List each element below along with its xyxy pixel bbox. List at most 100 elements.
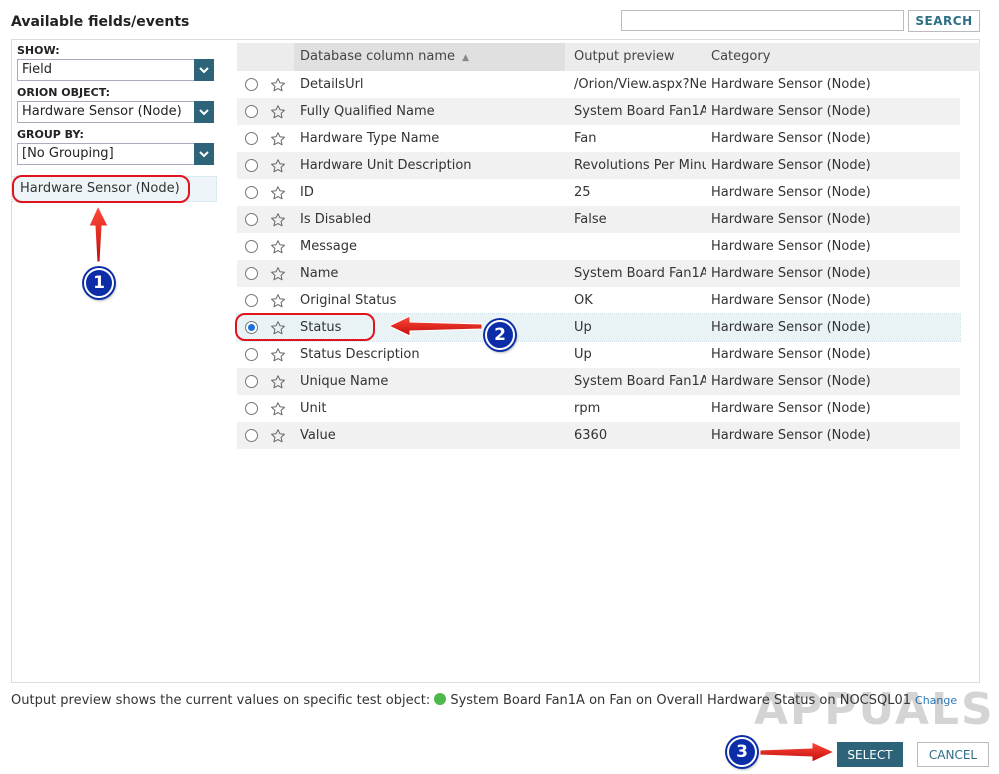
row-radio[interactable] bbox=[245, 213, 258, 226]
annotation-badge-3: 3 bbox=[727, 737, 757, 767]
cell-category: Hardware Sensor (Node) bbox=[711, 104, 871, 119]
cell-column-name: Original Status bbox=[300, 293, 397, 308]
table-row[interactable]: Original Status OK Hardware Sensor (Node) bbox=[237, 287, 960, 314]
cell-category: Hardware Sensor (Node) bbox=[711, 374, 871, 389]
column-header-preview[interactable]: Output preview bbox=[574, 43, 675, 71]
star-icon[interactable] bbox=[270, 185, 286, 201]
orion-object-select[interactable]: Hardware Sensor (Node) bbox=[17, 101, 214, 123]
table-row[interactable]: Name System Board Fan1A Hardware Sensor (N… bbox=[237, 260, 960, 287]
cell-output-preview: System Board Fan1A bbox=[574, 104, 706, 119]
cell-output-preview: Revolutions Per Minu bbox=[574, 158, 706, 173]
grid-header: Database column name ▲ Output preview Ca… bbox=[237, 43, 980, 71]
star-icon[interactable] bbox=[270, 401, 286, 417]
star-icon[interactable] bbox=[270, 104, 286, 120]
output-preview-text: Output preview shows the current values … bbox=[11, 693, 431, 708]
cell-category: Hardware Sensor (Node) bbox=[711, 401, 871, 416]
cell-output-preview: /Orion/View.aspx?Ne bbox=[574, 77, 706, 92]
star-icon[interactable] bbox=[270, 158, 286, 174]
star-icon[interactable] bbox=[270, 347, 286, 363]
row-radio[interactable] bbox=[245, 429, 258, 442]
cell-column-name: Is Disabled bbox=[300, 212, 372, 227]
cell-column-name: Unit bbox=[300, 401, 327, 416]
available-fields-dialog: Available fields/events SEARCH SHOW: Fie… bbox=[0, 0, 999, 774]
select-button[interactable]: SELECT bbox=[837, 742, 903, 767]
row-radio[interactable] bbox=[245, 321, 258, 334]
cell-category: Hardware Sensor (Node) bbox=[711, 239, 871, 254]
table-row[interactable]: DetailsUrl/Orion/View.aspx?Ne Hardware Se… bbox=[237, 71, 960, 98]
field-list: DetailsUrl/Orion/View.aspx?Ne Hardware Se… bbox=[236, 71, 961, 449]
table-row[interactable]: Status Up Hardware Sensor (Node) bbox=[236, 313, 961, 342]
cell-column-name: Hardware Type Name bbox=[300, 131, 440, 146]
cell-output-preview: 25 bbox=[574, 185, 591, 200]
cancel-button[interactable]: CANCEL bbox=[917, 742, 989, 767]
star-icon[interactable] bbox=[270, 428, 286, 444]
show-select[interactable]: Field bbox=[17, 59, 214, 81]
star-icon[interactable] bbox=[270, 293, 286, 309]
row-radio[interactable] bbox=[245, 186, 258, 199]
row-radio[interactable] bbox=[245, 240, 258, 253]
cell-output-preview: System Board Fan1A bbox=[574, 374, 706, 389]
table-row[interactable]: Is Disabled False Hardware Sensor (Node) bbox=[237, 206, 960, 233]
table-row[interactable]: Unique Name System Board Fan1A Hardware Se… bbox=[237, 368, 960, 395]
cell-category: Hardware Sensor (Node) bbox=[711, 158, 871, 173]
cell-column-name: Fully Qualified Name bbox=[300, 104, 435, 119]
cell-category: Hardware Sensor (Node) bbox=[711, 320, 871, 335]
star-icon[interactable] bbox=[270, 320, 286, 336]
star-icon[interactable] bbox=[270, 131, 286, 147]
cell-column-name: ID bbox=[300, 185, 314, 200]
table-row[interactable]: ID 25 Hardware Sensor (Node) bbox=[237, 179, 960, 206]
cell-category: Hardware Sensor (Node) bbox=[711, 131, 871, 146]
cell-category: Hardware Sensor (Node) bbox=[711, 212, 871, 227]
cell-output-preview: System Board Fan1A bbox=[574, 266, 706, 281]
row-radio[interactable] bbox=[245, 105, 258, 118]
table-row[interactable]: Status Description Up Hardware Sensor (Nod… bbox=[237, 341, 960, 368]
cell-column-name: DetailsUrl bbox=[300, 77, 364, 92]
row-radio[interactable] bbox=[245, 159, 258, 172]
row-radio[interactable] bbox=[245, 78, 258, 91]
cell-category: Hardware Sensor (Node) bbox=[711, 347, 871, 362]
column-header-name[interactable]: Database column name ▲ bbox=[294, 43, 565, 71]
table-row[interactable]: Value 6360 Hardware Sensor (Node) bbox=[237, 422, 960, 449]
cell-column-name: Status Description bbox=[300, 347, 420, 362]
cell-output-preview: False bbox=[574, 212, 607, 227]
group-by-select[interactable]: [No Grouping] bbox=[17, 143, 214, 165]
cell-output-preview: Up bbox=[574, 347, 592, 362]
cell-column-name: Name bbox=[300, 266, 339, 281]
chevron-down-icon[interactable] bbox=[194, 101, 214, 123]
chevron-down-icon[interactable] bbox=[194, 143, 214, 165]
cell-output-preview bbox=[574, 233, 706, 260]
sort-asc-icon: ▲ bbox=[462, 53, 470, 63]
table-row[interactable]: Hardware Unit Description Revolutions Per… bbox=[237, 152, 960, 179]
cell-category: Hardware Sensor (Node) bbox=[711, 266, 871, 281]
star-icon[interactable] bbox=[270, 239, 286, 255]
star-icon[interactable] bbox=[270, 374, 286, 390]
cell-column-name: Value bbox=[300, 428, 336, 443]
row-radio[interactable] bbox=[245, 348, 258, 361]
search-button[interactable]: SEARCH bbox=[908, 10, 980, 32]
star-icon[interactable] bbox=[270, 212, 286, 228]
cell-output-preview: OK bbox=[574, 293, 593, 308]
row-radio[interactable] bbox=[245, 375, 258, 388]
cell-output-preview: Fan bbox=[574, 131, 597, 146]
column-header-category[interactable]: Category bbox=[711, 43, 770, 71]
row-radio[interactable] bbox=[245, 132, 258, 145]
group-item-hardware-sensor[interactable]: Hardware Sensor (Node) bbox=[11, 176, 217, 202]
search-input[interactable] bbox=[621, 10, 904, 31]
row-radio[interactable] bbox=[245, 267, 258, 280]
orion-object-label: ORION OBJECT: bbox=[17, 86, 111, 99]
table-row[interactable]: Fully Qualified Name System Board Fan1A Ha… bbox=[237, 98, 960, 125]
cell-output-preview: Up bbox=[574, 320, 592, 335]
table-row[interactable]: Message Hardware Sensor (Node) bbox=[237, 233, 960, 260]
star-icon[interactable] bbox=[270, 266, 286, 282]
show-label: SHOW: bbox=[17, 44, 60, 57]
row-radio[interactable] bbox=[245, 294, 258, 307]
cell-output-preview: rpm bbox=[574, 401, 601, 416]
filter-panel: SHOW: Field ORION OBJECT: Hardware Senso… bbox=[17, 43, 217, 169]
table-row[interactable]: Hardware Type Name Fan Hardware Sensor (No… bbox=[237, 125, 960, 152]
row-radio[interactable] bbox=[245, 402, 258, 415]
chevron-down-icon[interactable] bbox=[194, 59, 214, 81]
cell-output-preview: 6360 bbox=[574, 428, 608, 443]
cell-column-name: Status bbox=[300, 320, 342, 335]
star-icon[interactable] bbox=[270, 77, 286, 93]
table-row[interactable]: Unit rpm Hardware Sensor (Node) bbox=[237, 395, 960, 422]
